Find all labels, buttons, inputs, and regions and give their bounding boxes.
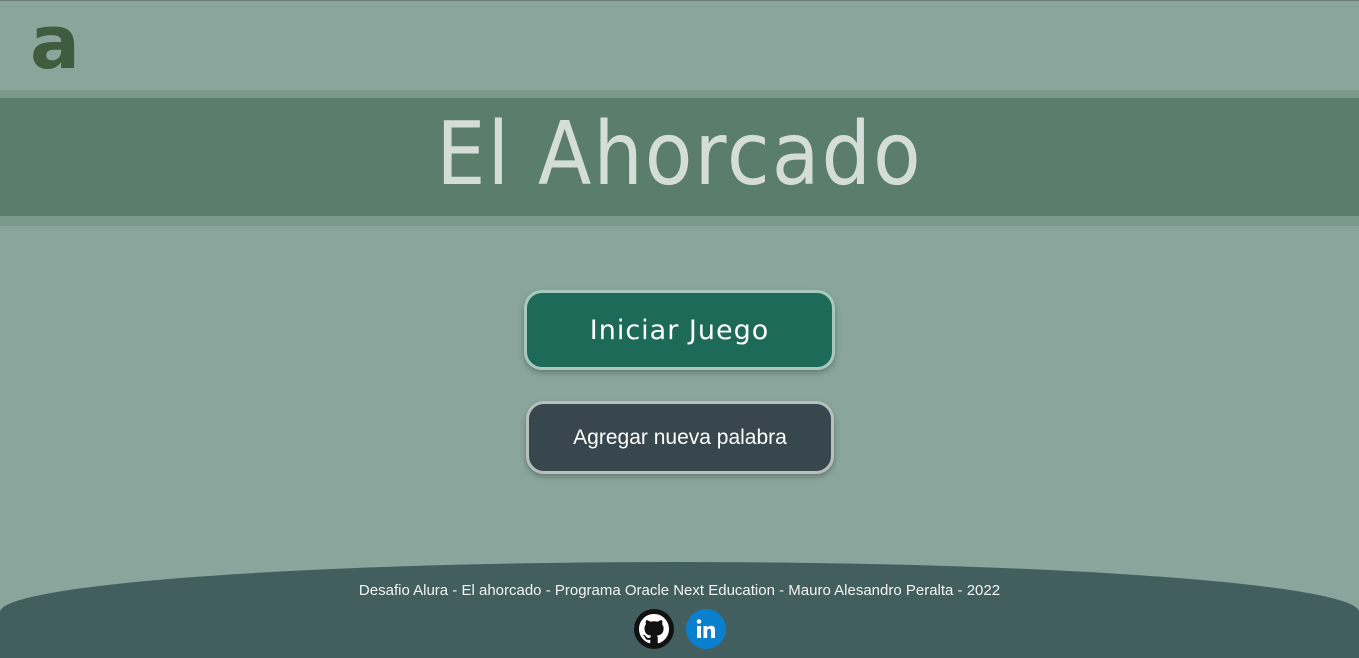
linkedin-icon-graphic [696, 619, 715, 638]
github-icon[interactable] [634, 609, 674, 649]
start-game-button[interactable]: Iniciar Juego [524, 290, 835, 370]
title-banner: El Ahorcado [0, 98, 1359, 216]
github-icon-graphic [639, 614, 669, 644]
footer [0, 562, 1359, 658]
page-title: El Ahorcado [436, 104, 923, 206]
footer-credits: Desafio Alura - El ahorcado - Programa O… [358, 582, 1001, 599]
linkedin-icon[interactable] [686, 609, 726, 649]
alura-logo-icon[interactable]: a [30, 6, 80, 80]
add-word-button[interactable]: Agregar nueva palabra [526, 401, 834, 474]
top-border [0, 0, 1359, 1]
